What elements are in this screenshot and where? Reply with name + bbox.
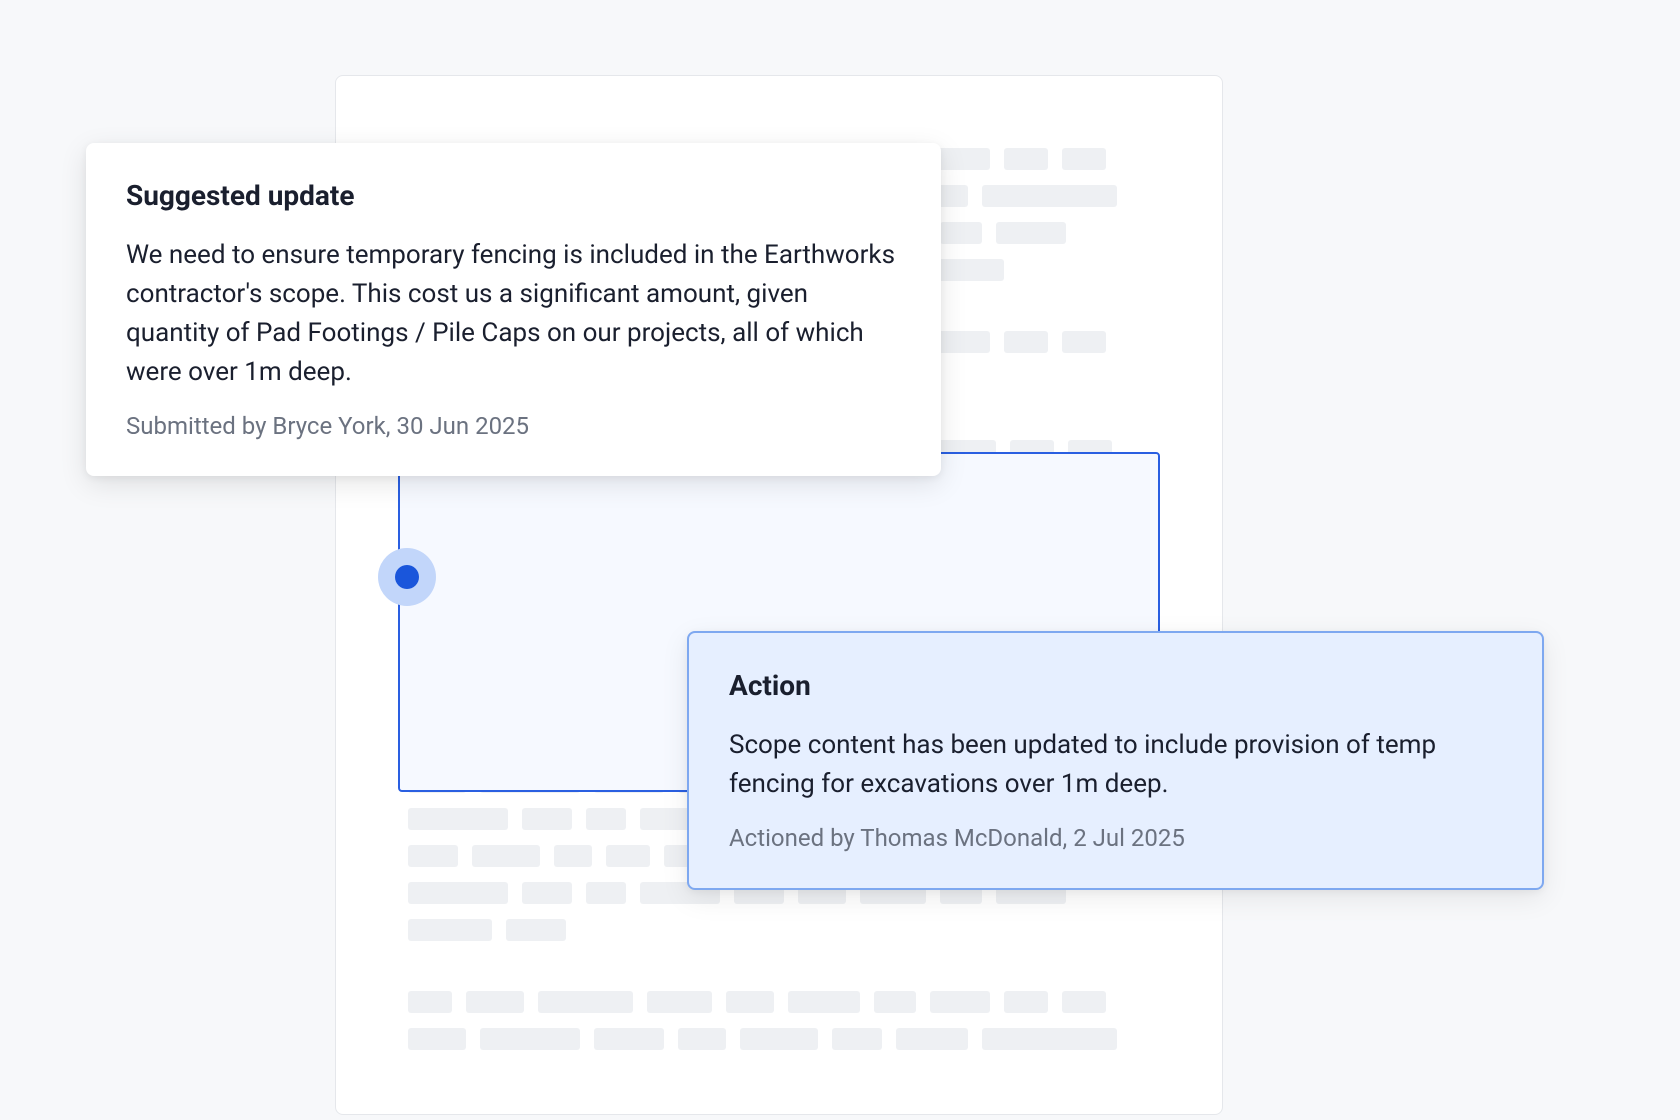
action-body: Scope content has been updated to includ… xyxy=(729,726,1502,804)
action-title: Action xyxy=(729,669,1502,702)
suggested-update-card: Suggested update We need to ensure tempo… xyxy=(86,143,941,476)
region-marker-icon[interactable] xyxy=(378,548,436,606)
suggested-update-body: We need to ensure temporary fencing is i… xyxy=(126,236,901,392)
action-meta: Actioned by Thomas McDonald, 2 Jul 2025 xyxy=(729,824,1502,852)
skeleton-paragraph xyxy=(408,991,1150,1050)
suggested-update-meta: Submitted by Bryce York, 30 Jun 2025 xyxy=(126,412,901,440)
suggested-update-title: Suggested update xyxy=(126,179,901,212)
action-card: Action Scope content has been updated to… xyxy=(687,631,1544,890)
